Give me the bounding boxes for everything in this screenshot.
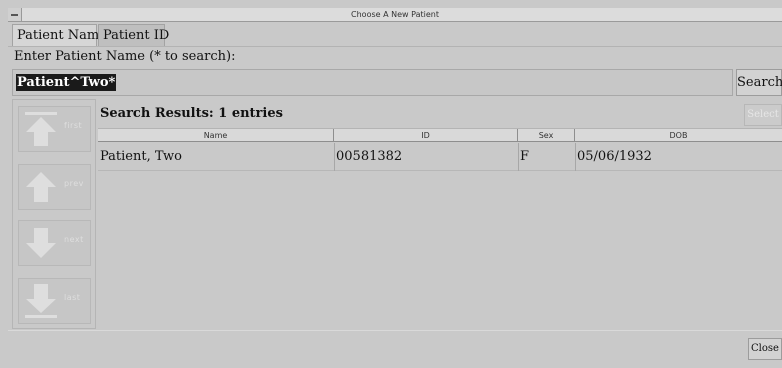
- results-title: Search Results: 1 entries: [100, 106, 283, 121]
- window-title-bar[interactable]: Choose A New Patient: [8, 8, 782, 22]
- column-separator: [575, 143, 576, 171]
- search-label: Enter Patient Name (* to search):: [14, 49, 236, 64]
- window-title: Choose A New Patient: [351, 10, 439, 19]
- next-button-label: next: [64, 235, 84, 244]
- previous-page-button[interactable]: prev: [18, 164, 91, 210]
- column-separator: [334, 143, 335, 171]
- table-header: Name ID Sex DOB: [98, 129, 782, 142]
- cell-id: 00581382: [336, 149, 403, 164]
- table-row[interactable]: Patient, Two 00581382 F 05/06/1932: [98, 143, 782, 171]
- next-page-button[interactable]: next: [18, 220, 91, 266]
- results-table: Name ID Sex DOB Patient, Two 00581382 F …: [98, 129, 782, 329]
- close-button[interactable]: Close: [748, 338, 782, 360]
- first-page-button[interactable]: first: [18, 106, 91, 152]
- patient-name-input[interactable]: Patient^Two*: [12, 69, 733, 96]
- prev-button-label: prev: [64, 179, 84, 188]
- last-button-label: last: [64, 293, 81, 302]
- tab-patient-id[interactable]: Patient ID: [98, 24, 169, 46]
- footer-divider: [8, 330, 782, 331]
- column-header-id[interactable]: ID: [334, 129, 518, 142]
- column-header-dob[interactable]: DOB: [575, 129, 782, 142]
- search-input-value: Patient^Two*: [16, 74, 117, 91]
- arrow-last-icon: [25, 284, 57, 318]
- arrow-down-icon: [26, 228, 56, 258]
- select-button[interactable]: Select: [744, 104, 782, 126]
- column-separator: [518, 143, 519, 171]
- cell-name: Patient, Two: [100, 149, 183, 164]
- search-button[interactable]: Search: [736, 69, 782, 96]
- arrow-first-icon: [25, 112, 57, 146]
- tab-patient-name[interactable]: Patient Name: [12, 24, 107, 46]
- last-page-button[interactable]: last: [18, 278, 91, 324]
- tab-divider: [8, 46, 782, 47]
- first-button-label: first: [64, 121, 83, 130]
- arrow-up-icon: [26, 172, 56, 202]
- column-header-sex[interactable]: Sex: [518, 129, 575, 142]
- column-header-name[interactable]: Name: [98, 129, 334, 142]
- cell-dob: 05/06/1932: [577, 149, 652, 164]
- cell-sex: F: [520, 149, 530, 164]
